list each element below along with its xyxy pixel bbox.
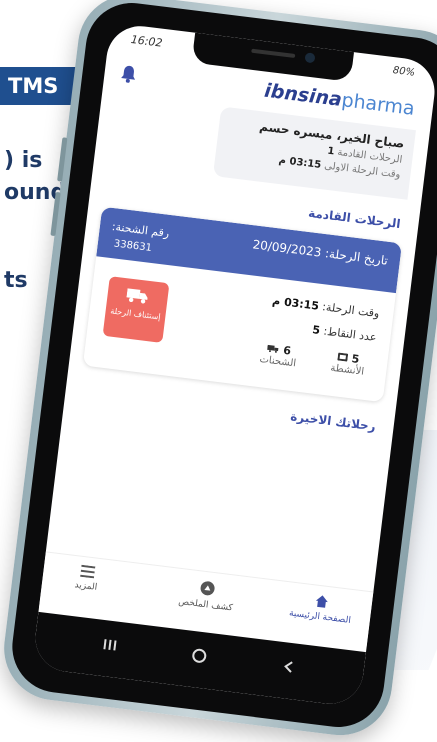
trip-time-label: وقت الرحلة:	[321, 300, 381, 321]
points-count-row: عدد النقاط: 5	[312, 323, 378, 344]
nav-summary[interactable]: كشف الملخص	[165, 576, 248, 616]
trip-date: تاريخ الرحلة: 20/09/2023	[252, 237, 389, 267]
status-time: 16:02	[130, 32, 164, 50]
trip-date-label: تاريخ الرحلة:	[324, 246, 389, 268]
nav-more-label: المزيد	[74, 580, 98, 593]
activities-icon	[337, 352, 349, 362]
menu-icon	[80, 564, 96, 579]
front-camera	[304, 52, 316, 64]
nav-home[interactable]: الصفحة الرئيسية	[280, 590, 363, 628]
trip-date-value: 20/09/2023	[251, 237, 323, 260]
activities-stat: 5 الأنشطة	[322, 349, 375, 379]
background-text-line-1: ) is	[4, 148, 43, 173]
section-title-last-trips: رحلاتك الاخيرة	[289, 409, 377, 434]
first-trip-time: 03:15 م	[278, 154, 322, 171]
home-circle-icon	[192, 648, 207, 663]
status-battery: 80%	[392, 65, 416, 79]
background-text-line-3: ts	[4, 268, 28, 293]
nav-home-label: الصفحة الرئيسية	[288, 608, 352, 626]
shipments-truck-icon	[267, 344, 279, 353]
phone-device: 16:02 80% ibnsinapharma صباح الخير، ميسر…	[0, 0, 437, 742]
points-count-label: عدد النقاط:	[322, 324, 378, 344]
truck-icon	[126, 288, 148, 304]
nav-summary-label: كشف الملخص	[177, 596, 234, 614]
resume-trip-label: إستئناف الرحلة	[109, 306, 162, 322]
home-system-button[interactable]	[183, 646, 215, 670]
recent-apps-icon	[103, 639, 117, 651]
logo-light-text: pharma	[340, 89, 416, 120]
shipment-number-label: رقم الشحنة:	[111, 220, 170, 240]
nav-more[interactable]: المزيد	[46, 561, 129, 597]
speaker	[251, 48, 296, 59]
phone-screen: 16:02 80% ibnsinapharma صباح الخير، ميسر…	[31, 22, 437, 708]
trip-time-value: 03:15 م	[271, 294, 320, 313]
notification-bell-icon[interactable]	[120, 64, 138, 84]
home-icon	[315, 595, 328, 608]
resume-trip-button[interactable]: إستئناف الرحلة	[102, 276, 170, 343]
logo-bold-text: ibnsina	[263, 79, 344, 111]
section-title-upcoming: الرحلات القادمة	[307, 205, 402, 232]
recent-apps-button[interactable]	[94, 635, 126, 658]
back-chevron-icon	[284, 661, 293, 673]
shipments-stat: 6 الشحنات	[252, 340, 305, 370]
summary-report-icon	[200, 581, 215, 596]
upcoming-trips-count: 1	[326, 145, 335, 158]
trip-time-row: وقت الرحلة: 03:15 م	[272, 294, 381, 320]
back-system-button[interactable]	[272, 657, 304, 680]
shipment-number-value: 338631	[113, 238, 153, 254]
points-count-value: 5	[311, 323, 321, 338]
trip-card[interactable]: تاريخ الرحلة: 20/09/2023 رقم الشحنة: 338…	[82, 206, 403, 403]
